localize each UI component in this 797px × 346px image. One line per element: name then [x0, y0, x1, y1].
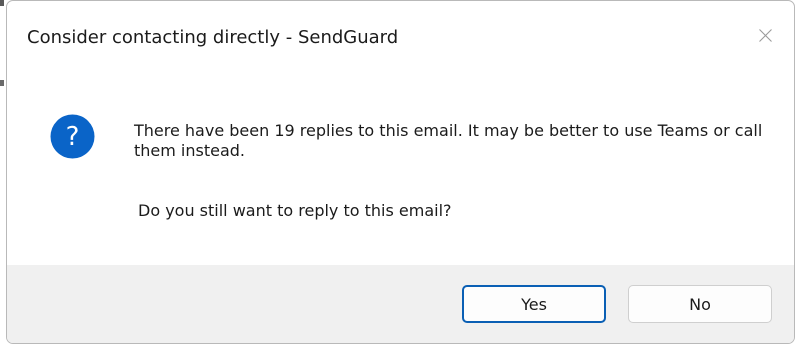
close-icon [759, 29, 772, 42]
question-icon: ? [50, 114, 95, 159]
dialog-message: There have been 19 replies to this email… [134, 121, 763, 160]
background-fragment [0, 0, 4, 6]
svg-text:?: ? [66, 122, 80, 152]
dialog-titlebar[interactable]: Consider contacting directly - SendGuard [7, 1, 794, 67]
dialog-prompt: Do you still want to reply to this email… [138, 201, 452, 220]
dialog-footer: Yes No [7, 265, 794, 343]
no-button[interactable]: No [628, 285, 772, 323]
message-dialog: Consider contacting directly - SendGuard… [6, 0, 795, 344]
dialog-content: ? There have been 19 replies to this ema… [7, 67, 794, 265]
background-fragment [0, 80, 4, 86]
dialog-title: Consider contacting directly - SendGuard [27, 27, 399, 48]
close-button[interactable] [736, 1, 794, 67]
yes-button[interactable]: Yes [462, 285, 606, 323]
